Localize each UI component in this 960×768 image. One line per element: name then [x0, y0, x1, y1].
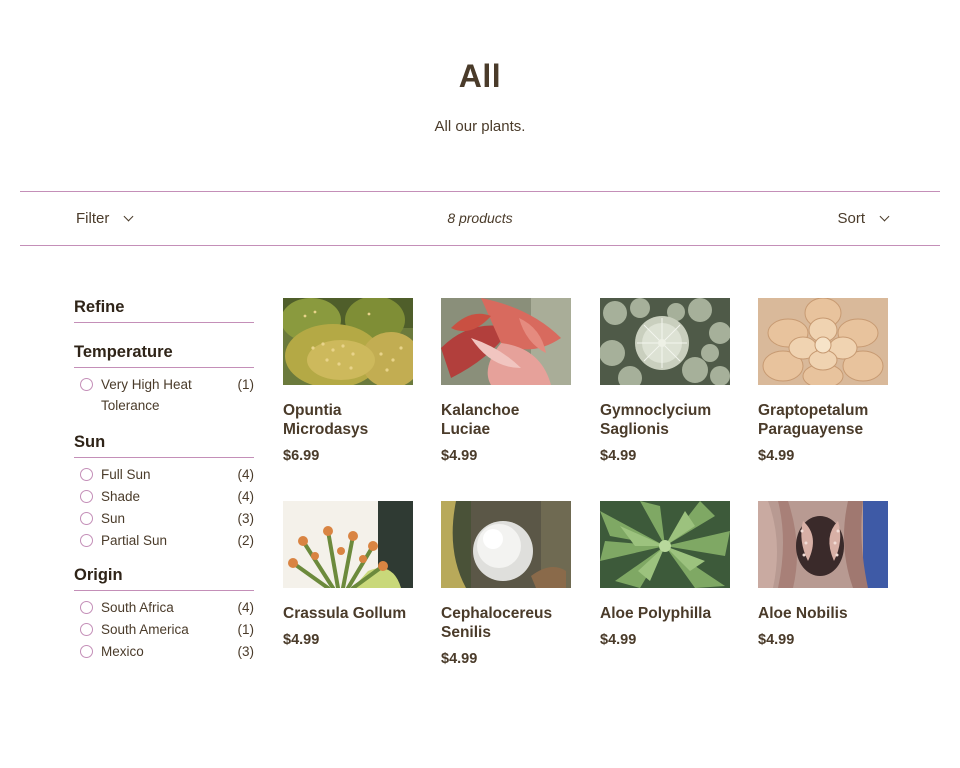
filter-option-label: Partial Sun: [101, 533, 168, 548]
filter-option-partial-sun[interactable]: Partial Sun (2): [74, 533, 254, 549]
filter-option-south-america[interactable]: South America (1): [74, 622, 254, 638]
chevron-down-icon: [123, 211, 134, 222]
filter-button[interactable]: Filter: [76, 192, 134, 245]
product-price: $4.99: [441, 651, 478, 667]
aloe-nobilis-photo[interactable]: [758, 501, 888, 588]
product-card[interactable]: Gymnoclycium Saglionis $4.99: [600, 298, 730, 464]
filter-option-count: (4): [237, 600, 255, 615]
page-subtitle: All our plants.: [434, 118, 526, 135]
opuntia-cactus-photo[interactable]: [283, 298, 413, 385]
filter-sidebar: Refine Temperature Very High Heat Tolera…: [74, 298, 254, 677]
crassula-photo[interactable]: [283, 501, 413, 588]
product-name[interactable]: Gymnoclycium Saglionis: [600, 401, 730, 439]
product-price: $4.99: [600, 448, 637, 464]
product-price: $4.99: [758, 448, 795, 464]
filter-group-origin: Origin South Africa (4) South America (1…: [74, 566, 254, 660]
filter-option-mexico[interactable]: Mexico (3): [74, 644, 254, 660]
product-name[interactable]: Crassula Gollum: [283, 604, 413, 623]
filter-option-count: (4): [237, 489, 255, 504]
product-card[interactable]: Aloe Polyphilla $4.99: [600, 501, 730, 648]
product-name[interactable]: Opuntia Microdasys: [283, 401, 413, 439]
product-name[interactable]: Aloe Polyphilla: [600, 604, 730, 623]
filter-option-count: (1): [237, 622, 255, 637]
filter-option-label: Very High Heat Tolerance: [101, 377, 192, 413]
filter-group-heading: Origin: [74, 566, 254, 591]
product-card[interactable]: Crassula Gollum $4.99: [283, 501, 413, 648]
radio-button[interactable]: [80, 534, 93, 547]
product-card[interactable]: Graptopetalum Paraguayense $4.99: [758, 298, 888, 464]
chevron-down-icon: [879, 211, 890, 222]
filter-option-label: South America: [101, 622, 189, 637]
sort-button[interactable]: Sort: [837, 192, 890, 245]
filter-option-label: South Africa: [101, 600, 174, 615]
refine-heading: Refine: [74, 298, 254, 323]
page-title: All: [458, 58, 502, 94]
filter-group-heading: Sun: [74, 433, 254, 458]
product-card[interactable]: Aloe Nobilis $4.99: [758, 501, 888, 648]
filter-label: Filter: [76, 210, 110, 227]
filter-option-label: Full Sun: [101, 467, 151, 482]
product-price: $4.99: [600, 632, 637, 648]
filter-group-heading: Temperature: [74, 343, 254, 368]
cephalocereus-photo[interactable]: [441, 501, 571, 588]
kalanchoe-photo[interactable]: [441, 298, 571, 385]
filter-option-full-sun[interactable]: Full Sun (4): [74, 467, 254, 483]
graptopetalum-photo[interactable]: [758, 298, 888, 385]
filter-option-count: (3): [237, 511, 255, 526]
collection-toolbar: 8 products Filter Sort: [20, 191, 940, 246]
gymnocalycium-photo[interactable]: [600, 298, 730, 385]
product-name[interactable]: Kalanchoe Luciae: [441, 401, 571, 439]
product-price: $6.99: [283, 448, 320, 464]
product-card[interactable]: Opuntia Microdasys $6.99: [283, 298, 413, 464]
product-card[interactable]: Cephalocereus Senilis $4.99: [441, 501, 571, 667]
filter-option-label: Mexico: [101, 644, 144, 659]
filter-option-shade[interactable]: Shade (4): [74, 489, 254, 505]
radio-button[interactable]: [80, 490, 93, 503]
radio-button[interactable]: [80, 512, 93, 525]
product-price: $4.99: [283, 632, 320, 648]
filter-option-label: Shade: [101, 489, 141, 504]
filter-option-label: Sun: [101, 511, 126, 526]
filter-option-count: (4): [237, 467, 255, 482]
radio-button[interactable]: [80, 468, 93, 481]
radio-button[interactable]: [80, 378, 93, 391]
filter-option-south-africa[interactable]: South Africa (4): [74, 600, 254, 616]
aloe-polyphylla-photo[interactable]: [600, 501, 730, 588]
product-name[interactable]: Cephalocereus Senilis: [441, 604, 571, 642]
product-name[interactable]: Graptopetalum Paraguayense: [758, 401, 888, 439]
filter-group-sun: Sun Full Sun (4) Shade (4) Sun (3) Parti…: [74, 433, 254, 549]
filter-group-temperature: Temperature Very High Heat Tolerance (1): [74, 343, 254, 416]
filter-option-count: (2): [237, 533, 255, 548]
filter-option-count: (1): [237, 377, 255, 392]
sort-label: Sort: [837, 210, 865, 227]
product-count: 8 products: [447, 210, 513, 226]
product-card[interactable]: Kalanchoe Luciae $4.99: [441, 298, 571, 464]
filter-option-sun[interactable]: Sun (3): [74, 511, 254, 527]
radio-button[interactable]: [80, 601, 93, 614]
filter-option-very-high-heat-tolerance[interactable]: Very High Heat Tolerance (1): [74, 377, 254, 416]
filter-option-count: (3): [237, 644, 255, 659]
product-price: $4.99: [441, 448, 478, 464]
radio-button[interactable]: [80, 645, 93, 658]
radio-button[interactable]: [80, 623, 93, 636]
product-price: $4.99: [758, 632, 795, 648]
product-name[interactable]: Aloe Nobilis: [758, 604, 888, 623]
